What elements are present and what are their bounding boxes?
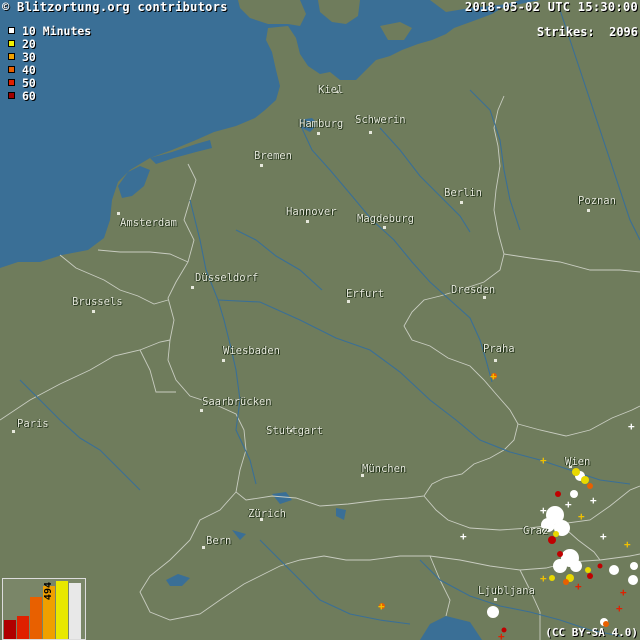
histogram-bar xyxy=(30,597,42,639)
city-label-bremen: Bremen xyxy=(254,150,292,162)
svg-text:+: + xyxy=(620,586,627,599)
city-label-praha: Praha xyxy=(483,343,515,355)
time-legend: 10 Minutes 20 30 40 50 60 xyxy=(8,23,92,103)
lightning-map[interactable]: + + + + + + + + + + + + + + + + Kiel Ham… xyxy=(0,0,640,640)
city-label-schwerin: Schwerin xyxy=(355,114,406,126)
histogram-bar-label: 494 xyxy=(43,582,54,601)
svg-text:+: + xyxy=(498,630,505,640)
legend-swatch xyxy=(8,92,15,99)
city-label-hannover: Hannover xyxy=(286,206,337,218)
city-label-poznan: Poznan xyxy=(578,195,616,207)
svg-text:+: + xyxy=(490,370,497,383)
legend-label: 40 xyxy=(22,62,36,77)
city-label-berlin: Berlin xyxy=(444,187,482,199)
svg-text:+: + xyxy=(575,580,582,593)
svg-text:+: + xyxy=(540,504,547,517)
svg-text:+: + xyxy=(540,454,547,467)
histogram-bar xyxy=(17,616,29,639)
legend-label: 50 xyxy=(22,75,36,90)
city-label-erfurt: Erfurt xyxy=(346,288,384,300)
histogram-bar xyxy=(4,620,16,639)
city-label-muenchen: München xyxy=(362,463,407,475)
city-label-zuerich: Zürich xyxy=(248,508,286,520)
strike-counter: Strikes: 2096 xyxy=(537,25,638,39)
legend-row-title: 10 Minutes xyxy=(8,23,92,38)
legend-swatch-white xyxy=(8,27,15,34)
legend-label: 20 xyxy=(22,36,36,51)
svg-text:+: + xyxy=(540,572,547,585)
city-label-hamburg: Hamburg xyxy=(299,118,344,130)
map-canvas: + + + + + + + + + + + + + + + + xyxy=(0,0,640,640)
city-label-ljubljana: Ljubljana xyxy=(478,585,535,597)
legend-title: 10 Minutes xyxy=(22,23,92,38)
legend-label: 60 xyxy=(22,88,36,103)
city-label-paris: Paris xyxy=(17,418,49,430)
svg-text:+: + xyxy=(628,420,635,433)
legend-row: 60 xyxy=(8,88,91,103)
legend-swatch xyxy=(8,53,15,60)
city-label-graz: Graz xyxy=(523,525,549,537)
city-label-magdeburg: Magdeburg xyxy=(357,213,414,225)
city-label-saarbruecken: Saarbrücken xyxy=(202,396,272,408)
svg-text:+: + xyxy=(616,602,623,615)
svg-text:+: + xyxy=(600,530,607,543)
legend-row: 30 xyxy=(8,49,91,64)
legend-row: 20 xyxy=(8,36,91,51)
license-text: (CC BY-SA 4.0) xyxy=(545,626,638,639)
city-label-stuttgart: Stuttgart xyxy=(266,425,323,437)
strike-counter-value: 2096 xyxy=(609,25,638,39)
timestamp: 2018-05-02 UTC 15:30:00 xyxy=(464,0,638,14)
city-label-wien: Wien xyxy=(565,456,591,468)
histogram-bar xyxy=(56,581,68,639)
legend-swatch xyxy=(8,79,15,86)
legend-row: 40 xyxy=(8,62,91,77)
legend-row: 50 xyxy=(8,75,91,90)
attribution-text: © Blitzortung.org contributors xyxy=(2,0,228,14)
svg-text:+: + xyxy=(624,538,631,551)
legend-label: 30 xyxy=(22,49,36,64)
svg-text:+: + xyxy=(565,498,572,511)
city-label-bern: Bern xyxy=(206,535,232,547)
svg-text:+: + xyxy=(590,494,597,507)
strike-counter-label: Strikes: xyxy=(536,25,595,39)
city-label-brussels: Brussels xyxy=(72,296,123,308)
histogram-bar xyxy=(69,583,81,639)
city-label-dresden: Dresden xyxy=(451,284,496,296)
legend-swatch xyxy=(8,66,15,73)
city-label-amsterdam: Amsterdam xyxy=(120,217,177,229)
city-label-kiel: Kiel xyxy=(318,84,344,96)
svg-text:+: + xyxy=(460,530,467,543)
legend-swatch xyxy=(8,40,15,47)
svg-text:+: + xyxy=(378,600,385,613)
svg-text:+: + xyxy=(578,510,585,523)
city-label-duesseldorf: Düsseldorf xyxy=(195,272,259,284)
city-label-wiesbaden: Wiesbaden xyxy=(223,345,280,357)
